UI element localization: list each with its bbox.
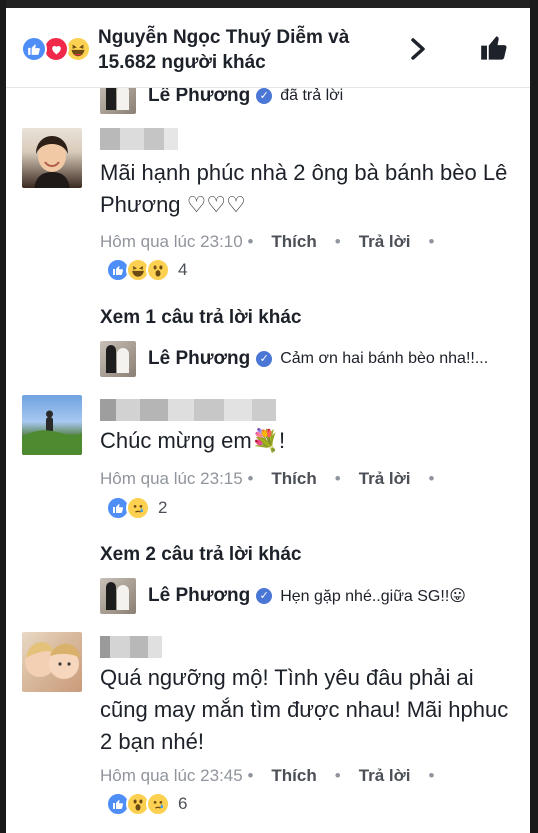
- reaction-count: 6: [178, 794, 188, 813]
- reactions-header: Nguyễn Ngọc Thuý Diễm và 15.682 người kh…: [6, 8, 530, 88]
- header-reaction-icons[interactable]: [21, 36, 103, 62]
- verified-badge-icon: ✓: [256, 351, 273, 367]
- reply-row: Lê Phương ✓ Cảm ơn hai bánh bèo nha!!...: [100, 341, 488, 377]
- see-more-replies-link[interactable]: Xem 1 câu trả lời khác: [100, 307, 302, 329]
- reply-comment-button[interactable]: Trả lời: [359, 469, 411, 488]
- avatar[interactable]: [22, 128, 82, 188]
- comment-reactions[interactable]: 2: [106, 494, 167, 522]
- reply-row: Lê Phương ✓ Hẹn gặp nhé..giữa SG!!😛: [100, 578, 466, 614]
- verified-badge-icon: ✓: [256, 588, 273, 604]
- reply-author-name[interactable]: Lê Phương: [148, 585, 250, 607]
- reply-text: đã trả lời: [280, 87, 344, 104]
- comment-reactions[interactable]: 4: [106, 256, 187, 284]
- reply-comment-button[interactable]: Trả lời: [359, 232, 411, 251]
- avatar[interactable]: [22, 632, 82, 692]
- chevron-right-icon[interactable]: [408, 36, 430, 62]
- sad-icon: [146, 792, 170, 816]
- reply-author-name[interactable]: Lê Phương: [148, 85, 250, 107]
- comment-text: Mãi hạnh phúc nhà 2 ông bà bánh bèo Lê P…: [100, 160, 508, 217]
- avatar[interactable]: [100, 578, 136, 614]
- comment-time[interactable]: Hôm qua lúc 23:15: [100, 469, 243, 488]
- blurred-author-name[interactable]: [100, 399, 276, 421]
- see-more-replies-link[interactable]: Xem 2 câu trả lời khác: [100, 544, 302, 566]
- reply-text[interactable]: Hẹn gặp nhé..giữa SG!!😛: [280, 586, 466, 606]
- reply-comment-button[interactable]: Trả lời: [359, 766, 411, 785]
- verified-badge-icon: ✓: [256, 88, 273, 104]
- reply-author-name[interactable]: Lê Phương: [148, 348, 250, 370]
- comment-text: Chúc mừng em💐!: [100, 428, 286, 453]
- device-frame-right: [530, 0, 538, 833]
- avatar[interactable]: [22, 395, 82, 455]
- comment-text: Quá ngưỡng mộ! Tình yêu đâu phải ai cũng…: [100, 665, 509, 754]
- avatar[interactable]: [100, 341, 136, 377]
- comment-meta: Hôm qua lúc 23:45 • Thích • Trả lời •: [100, 766, 435, 785]
- wow-icon: [146, 258, 170, 282]
- device-frame-top: [0, 0, 538, 8]
- like-comment-button[interactable]: Thích: [271, 469, 316, 488]
- blurred-author-name[interactable]: [100, 128, 178, 150]
- reaction-count: 2: [158, 498, 168, 517]
- comment-meta: Hôm qua lúc 23:10 • Thích • Trả lời •: [100, 232, 435, 251]
- reaction-summary[interactable]: Nguyễn Ngọc Thuý Diễm và 15.682 người kh…: [98, 25, 388, 75]
- sad-icon: [126, 496, 150, 520]
- like-button[interactable]: [480, 34, 508, 62]
- comment-time[interactable]: Hôm qua lúc 23:10: [100, 232, 243, 251]
- like-comment-button[interactable]: Thích: [271, 766, 316, 785]
- comment-reactions[interactable]: 6: [106, 790, 187, 818]
- comment-meta: Hôm qua lúc 23:15 • Thích • Trả lời •: [100, 469, 435, 488]
- blurred-author-name[interactable]: [100, 636, 162, 658]
- comment-time[interactable]: Hôm qua lúc 23:45: [100, 766, 243, 785]
- device-frame-left: [0, 0, 6, 833]
- like-icon: [21, 36, 47, 62]
- like-comment-button[interactable]: Thích: [271, 232, 316, 251]
- reply-text[interactable]: Cảm ơn hai bánh bèo nha!!...: [280, 350, 488, 368]
- reaction-count: 4: [178, 260, 188, 279]
